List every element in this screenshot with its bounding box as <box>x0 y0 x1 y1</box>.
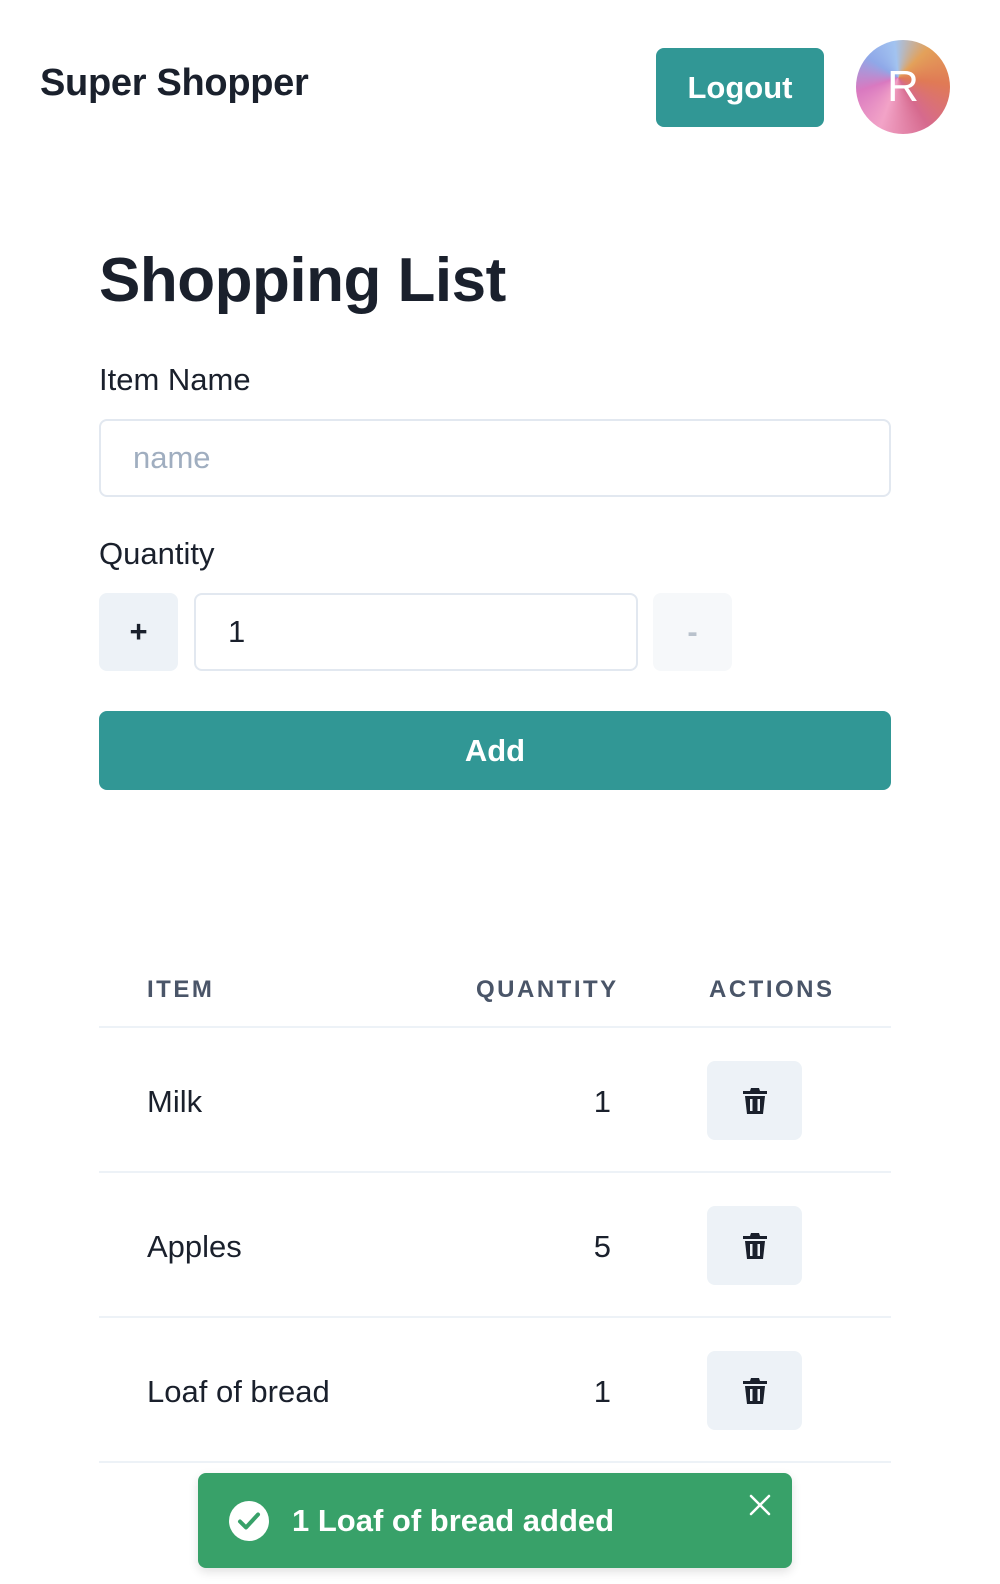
table-row: Loaf of bread 1 <box>99 1318 891 1463</box>
delete-button[interactable] <box>707 1206 802 1285</box>
delete-button[interactable] <box>707 1061 802 1140</box>
column-header-actions: ACTIONS <box>709 976 835 1003</box>
trash-icon <box>742 1232 767 1259</box>
table-row: Apples 5 <box>99 1173 891 1318</box>
check-circle-icon <box>229 1501 269 1541</box>
item-quantity-cell: 1 <box>593 1084 611 1119</box>
table-row: Milk 1 <box>99 1028 891 1173</box>
quantity-input[interactable] <box>194 593 638 671</box>
page: Super Shopper Logout R Shopping List Ite… <box>0 0 1000 1584</box>
item-name-input[interactable] <box>99 419 891 497</box>
item-name-cell: Milk <box>147 1084 203 1119</box>
success-toast: 1 Loaf of bread added <box>198 1473 792 1568</box>
trash-icon <box>742 1087 767 1114</box>
item-name-cell: Apples <box>147 1229 242 1264</box>
close-icon <box>749 1494 771 1516</box>
add-button[interactable]: Add <box>99 711 891 790</box>
page-title: Shopping List <box>99 246 506 315</box>
toast-message: 1 Loaf of bread added <box>292 1503 615 1538</box>
increment-button[interactable]: + <box>99 593 178 671</box>
brand-title: Super Shopper <box>40 62 309 104</box>
trash-icon <box>742 1377 767 1404</box>
shopping-table: ITEM QUANTITY ACTIONS Milk 1 Apples 5 Lo… <box>99 948 891 1463</box>
item-name-label: Item Name <box>99 362 251 397</box>
column-header-quantity: QUANTITY <box>476 976 619 1003</box>
item-name-cell: Loaf of bread <box>147 1374 330 1409</box>
table-header: ITEM QUANTITY ACTIONS <box>99 948 891 1028</box>
item-quantity-cell: 5 <box>593 1229 611 1264</box>
column-header-item: ITEM <box>147 976 215 1003</box>
toast-close-button[interactable] <box>746 1491 774 1519</box>
logout-button[interactable]: Logout <box>656 48 824 127</box>
item-quantity-cell: 1 <box>593 1374 611 1409</box>
delete-button[interactable] <box>707 1351 802 1430</box>
quantity-label: Quantity <box>99 536 215 571</box>
avatar[interactable]: R <box>856 40 950 134</box>
decrement-button[interactable]: - <box>653 593 732 671</box>
